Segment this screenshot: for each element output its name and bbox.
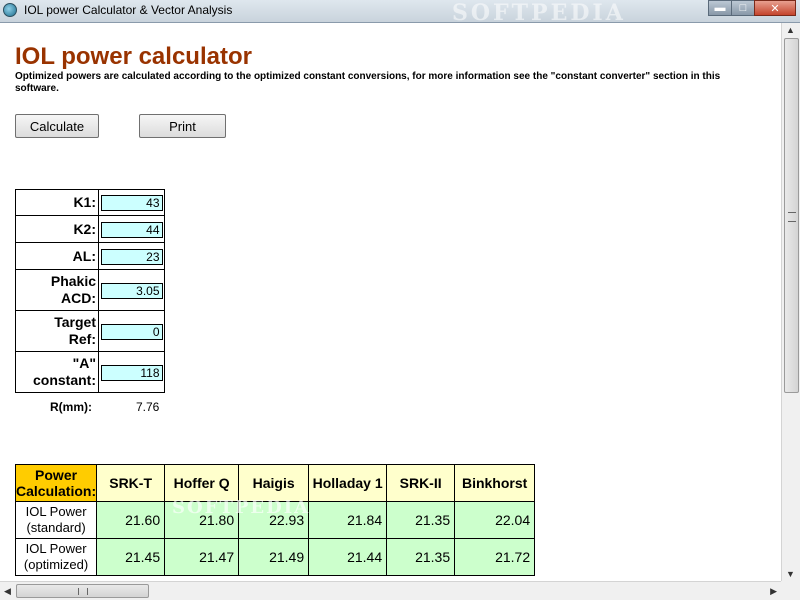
power-table: Power Calculation: SRK-T Hoffer Q Haigis …: [14, 464, 536, 576]
power-cell: 21.35: [386, 501, 456, 539]
close-button[interactable]: ✕: [754, 0, 796, 16]
input-row-al: AL:: [15, 242, 165, 270]
column-header-srk-t: SRK-T: [96, 464, 166, 502]
input-label: Target Ref:: [15, 310, 99, 352]
page-description: Optimized powers are calculated accordin…: [15, 71, 721, 94]
horizontal-scrollbar[interactable]: ◀ ▶: [0, 581, 781, 600]
input-label: AL:: [15, 242, 99, 270]
power-calculation-header: Power Calculation:: [14, 464, 98, 502]
page-title: IOL power calculator: [15, 43, 252, 70]
print-button[interactable]: Print: [139, 114, 226, 138]
target-ref-input[interactable]: [100, 323, 163, 340]
power-table-header: Power Calculation: SRK-T Hoffer Q Haigis …: [14, 464, 536, 502]
row-label: IOL Power (optimized): [14, 538, 98, 576]
a-constant-input[interactable]: [100, 364, 163, 381]
input-row-target-ref: Target Ref:: [15, 310, 165, 352]
phakic-acd-input[interactable]: [100, 282, 163, 299]
scrollbar-corner: [781, 581, 800, 600]
row-label: IOL Power (standard): [14, 501, 98, 539]
minimize-button[interactable]: ▬: [708, 0, 732, 16]
scroll-right-arrow-icon[interactable]: ▶: [770, 586, 777, 597]
power-cell: 21.72: [454, 538, 536, 576]
input-label: "A" constant:: [15, 351, 99, 393]
input-row-k1: K1:: [15, 189, 165, 216]
power-cell: 21.47: [164, 538, 240, 576]
power-cell: 21.49: [238, 538, 310, 576]
power-cell: 21.44: [308, 538, 388, 576]
input-cell: [98, 269, 165, 311]
input-cell: [98, 310, 165, 352]
input-cell: [98, 215, 165, 243]
window-title: IOL power Calculator & Vector Analysis: [24, 3, 233, 17]
grip-icon: [788, 212, 796, 222]
window-controls: ▬ □ ✕: [708, 0, 796, 16]
content-area: IOL power calculator Optimized powers ar…: [0, 23, 781, 581]
power-cell: 21.45: [96, 538, 166, 576]
maximize-button[interactable]: □: [731, 0, 755, 16]
power-cell: 21.60: [96, 501, 166, 539]
vertical-scroll-thumb[interactable]: [784, 38, 799, 393]
radius-value: 7.76: [136, 400, 160, 414]
eye-app-icon[interactable]: [3, 3, 17, 17]
scroll-down-arrow-icon[interactable]: ▼: [786, 569, 795, 579]
horizontal-scroll-thumb[interactable]: [16, 584, 149, 598]
calculate-button[interactable]: Calculate: [15, 114, 99, 138]
column-header-srk-ii: SRK-II: [386, 464, 456, 502]
column-header-holladay-1: Holladay 1: [308, 464, 388, 502]
power-cell: 22.93: [238, 501, 310, 539]
k1-input[interactable]: [100, 195, 163, 211]
grip-icon: [78, 588, 88, 595]
input-label: K2:: [15, 215, 99, 243]
input-cell: [98, 351, 165, 393]
input-row-a-constant: "A" constant:: [15, 351, 165, 393]
power-cell: 21.35: [386, 538, 456, 576]
k2-input[interactable]: [100, 221, 163, 238]
input-table: K1: K2: AL: PhakicACD: TargetRef: "A"con…: [15, 189, 165, 393]
power-cell: 22.04: [454, 501, 536, 539]
input-cell: [98, 189, 165, 216]
power-row-optimized: IOL Power (optimized) 21.45 21.47 21.49 2…: [14, 538, 536, 576]
radius-label: R(mm):: [50, 400, 92, 414]
input-row-acd: Phakic ACD:: [15, 269, 165, 311]
scroll-left-arrow-icon[interactable]: ◀: [4, 586, 11, 597]
input-row-k2: K2:: [15, 215, 165, 243]
column-header-hoffer-q: Hoffer Q: [164, 464, 240, 502]
power-cell: 21.80: [164, 501, 240, 539]
title-bar: IOL power Calculator & Vector Analysis S…: [0, 0, 800, 26]
power-cell: 21.84: [308, 501, 388, 539]
column-header-haigis: Haigis: [238, 464, 310, 502]
al-input[interactable]: [100, 248, 163, 265]
scroll-up-arrow-icon[interactable]: ▲: [786, 25, 795, 35]
input-label: Phakic ACD:: [15, 269, 99, 311]
column-header-binkhorst: Binkhorst: [454, 464, 536, 502]
power-row-standard: IOL Power (standard) 21.60 21.80 22.93 21…: [14, 501, 536, 539]
input-label: K1:: [15, 189, 99, 216]
input-cell: [98, 242, 165, 270]
vertical-scrollbar[interactable]: ▲ ▼: [781, 23, 800, 581]
